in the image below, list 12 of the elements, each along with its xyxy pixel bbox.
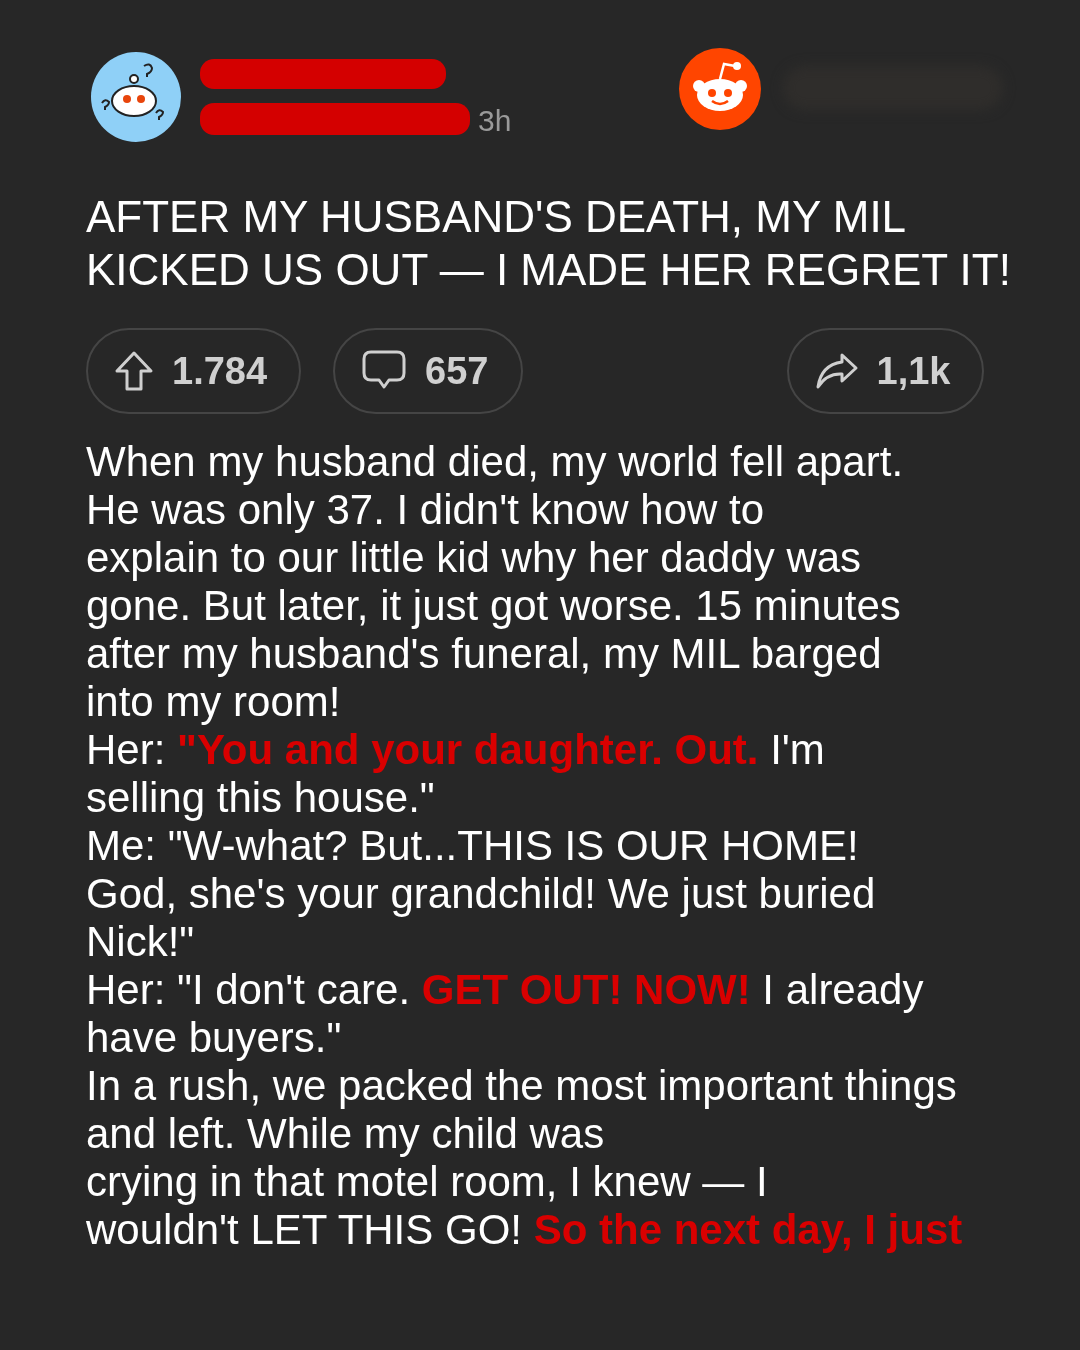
post-title: AFTER MY HUSBAND'S DEATH, MY MIL KICKED US OUT — I MADE HER REGRET IT! bbox=[86, 191, 1012, 296]
share-icon bbox=[814, 352, 859, 390]
upvote-icon bbox=[114, 350, 154, 392]
comment-button[interactable]: 657 bbox=[333, 328, 523, 414]
body-paragraph: In a rush, we packed the most important things and left. While my child was crying in that motel room, I knew — I wouldn't LET THIS GO! So the next day, I just bbox=[86, 1062, 964, 1254]
post-time: 3h bbox=[478, 104, 512, 138]
body-paragraph: When my husband died, my world fell apart. He was only 37. I didn't know how to explain to our little kid why her daddy was gone. But later, it just got worse. 15 minutes after my husband's funeral, my MIL barged into my room! bbox=[86, 438, 905, 726]
body-paragraph: Me: "W-what? But...THIS IS OUR HOME! God, she's your grandchild! We just buried Nick!" bbox=[86, 822, 877, 966]
share-button[interactable]: 1,1k bbox=[786, 328, 985, 414]
upvote-button[interactable]: 1.784 bbox=[86, 328, 302, 414]
body-paragraph: Her: "I don't care. GET OUT! NOW! I already have buyers." bbox=[86, 966, 925, 1062]
body-paragraph: Her: "You and your daughter. Out. I'm selling this house." bbox=[86, 726, 826, 822]
